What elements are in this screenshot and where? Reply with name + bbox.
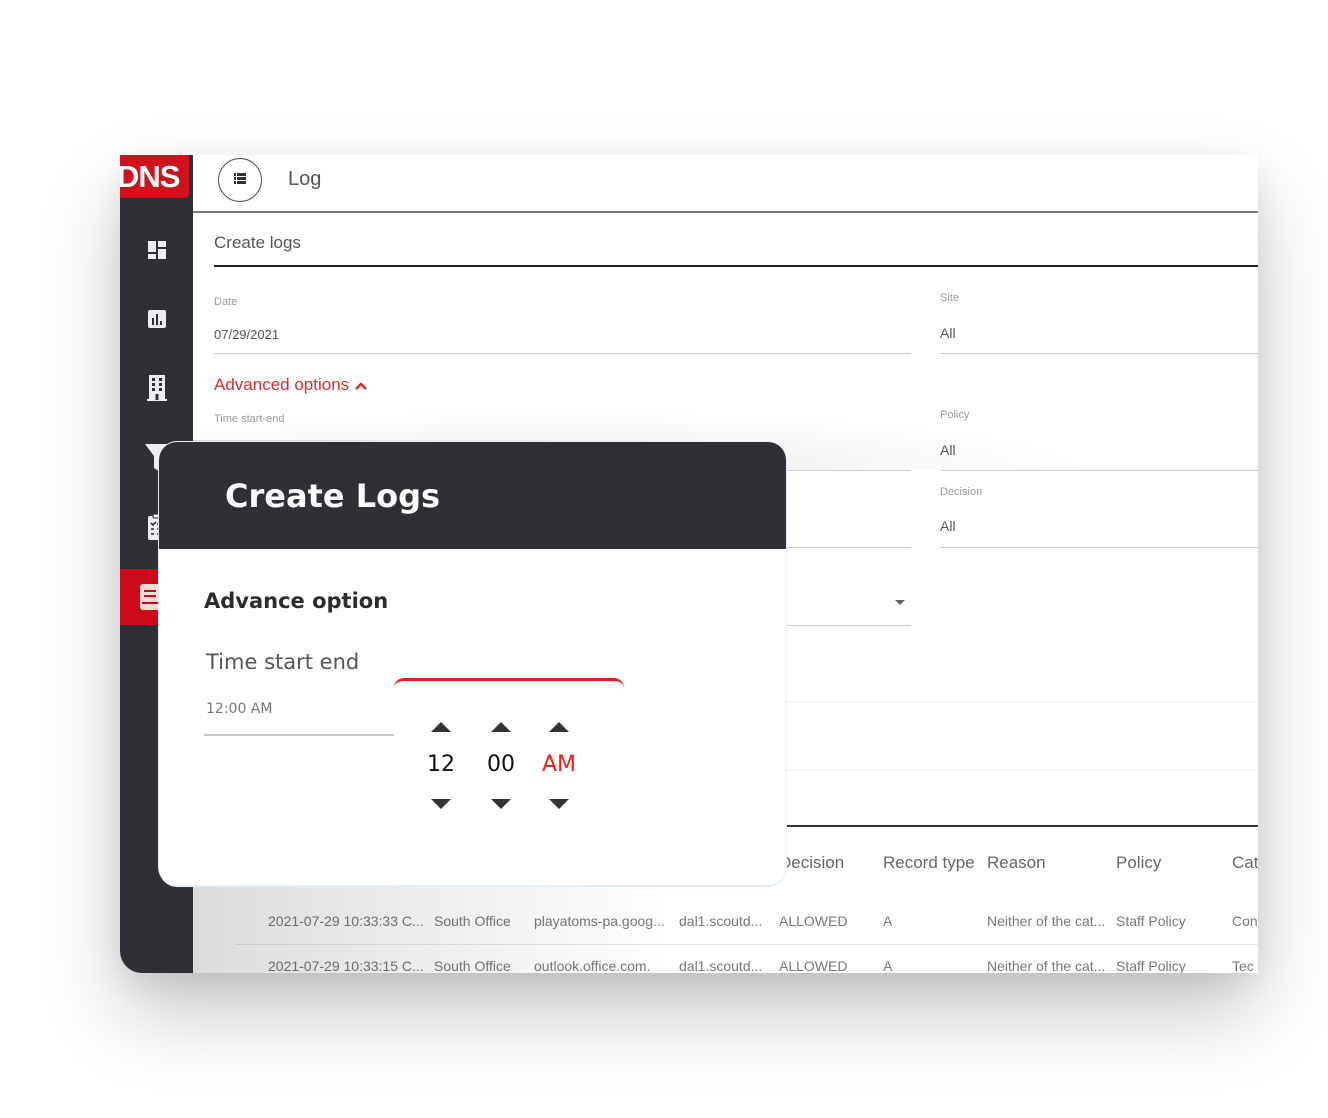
minute-spinner: 00 <box>481 722 521 809</box>
logo: DNS <box>120 155 189 198</box>
sidebar-item-sites[interactable] <box>120 360 193 416</box>
caret-down-icon[interactable] <box>895 600 905 605</box>
policy-select[interactable]: All <box>940 442 956 458</box>
period-increment-icon[interactable] <box>549 722 569 732</box>
header-divider <box>193 211 1258 213</box>
section-divider <box>214 265 1258 267</box>
cell-record-type: A <box>883 913 893 929</box>
time-start-end-label: Time start-end <box>214 413 285 425</box>
column-header-decision[interactable]: Decision <box>779 853 844 873</box>
page-title: Log <box>288 168 322 190</box>
hour-spinner: 12 <box>421 722 461 809</box>
cell-resolver: dal1.scoutd... <box>679 913 763 929</box>
dialog-header: Create Logs <box>159 442 786 549</box>
site-select[interactable]: All <box>940 325 956 341</box>
create-logs-dialog: Create Logs Advance option Time start en… <box>159 442 786 885</box>
date-underline <box>214 353 911 354</box>
section-title: Create logs <box>214 233 301 252</box>
minute-decrement-icon[interactable] <box>491 799 511 809</box>
cell-domain: playatoms-pa.goog... <box>534 913 665 929</box>
dialog-title: Create Logs <box>225 477 441 515</box>
list-icon <box>234 171 246 189</box>
column-header-policy[interactable]: Policy <box>1116 853 1161 873</box>
dashboard-icon <box>147 240 167 260</box>
cell-domain: outlook.office.com. <box>534 958 651 973</box>
cell-category: Con <box>1232 913 1258 929</box>
hour-value[interactable]: 12 <box>427 752 455 777</box>
time-start-input[interactable]: 12:00 AM <box>206 701 272 717</box>
cell-category: Tec <box>1232 958 1254 973</box>
advanced-options-toggle[interactable]: Advanced options <box>214 375 368 395</box>
building-icon <box>146 374 168 402</box>
cell-reason: Neither of the cat... <box>987 913 1106 929</box>
cell-policy: Staff Policy <box>1116 913 1186 929</box>
time-input-underline <box>204 734 394 736</box>
sidebar-item-dashboard[interactable] <box>120 222 193 278</box>
column-header-reason[interactable]: Reason <box>987 853 1046 873</box>
period-spinner: AM <box>539 722 579 809</box>
cell-resolver: dal1.scoutd... <box>679 958 763 973</box>
hour-increment-icon[interactable] <box>431 722 451 732</box>
advanced-options-label: Advanced options <box>214 375 350 394</box>
cell-site: South Office <box>434 958 511 973</box>
cell-site: South Office <box>434 913 511 929</box>
cell-policy: Staff Policy <box>1116 958 1186 973</box>
site-label: Site <box>940 292 959 304</box>
cell-time: 2021-07-29 10:33:15 C... <box>268 958 424 973</box>
bar-chart-icon <box>147 309 167 329</box>
period-decrement-icon[interactable] <box>549 799 569 809</box>
decision-select[interactable]: All <box>940 518 956 534</box>
minute-value[interactable]: 00 <box>487 752 515 777</box>
log-document-icon <box>139 583 161 611</box>
cell-decision: ALLOWED <box>779 913 848 929</box>
time-start-end-label: Time start end <box>206 650 360 674</box>
cell-decision: ALLOWED <box>779 958 848 973</box>
cell-record-type: A <box>883 958 893 973</box>
sidebar-item-reports[interactable] <box>120 291 193 347</box>
row-divider <box>235 944 1258 945</box>
hour-decrement-icon[interactable] <box>431 799 451 809</box>
time-picker-top-border <box>394 678 624 688</box>
date-label: Date <box>214 296 238 308</box>
policy-underline <box>940 470 1258 471</box>
policy-label: Policy <box>940 409 970 421</box>
cell-reason: Neither of the cat... <box>987 958 1106 973</box>
menu-button[interactable] <box>218 158 262 202</box>
date-field[interactable]: 07/29/2021 <box>214 327 279 342</box>
chevron-up-icon <box>355 375 368 395</box>
dialog-subtitle: Advance option <box>204 589 389 613</box>
period-value[interactable]: AM <box>542 752 576 777</box>
cell-time: 2021-07-29 10:33:33 C... <box>268 913 424 929</box>
column-header-record-type[interactable]: Record type <box>883 853 975 873</box>
decision-underline <box>940 547 1258 548</box>
minute-increment-icon[interactable] <box>491 722 511 732</box>
decision-label: Decision <box>940 486 983 498</box>
site-underline <box>940 353 1258 354</box>
column-header-category[interactable]: Cat <box>1232 853 1258 873</box>
